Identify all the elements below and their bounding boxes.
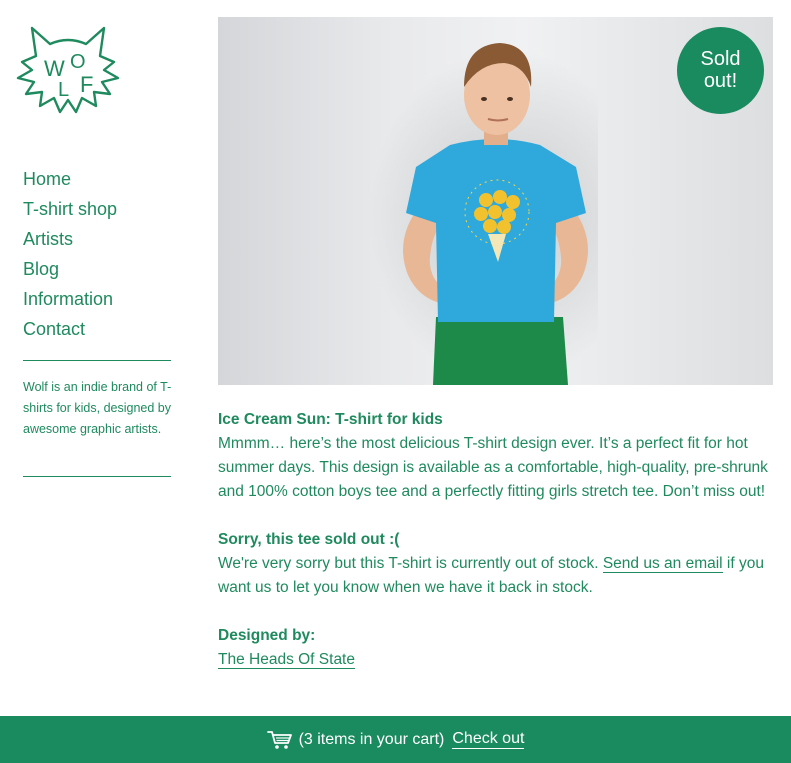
send-email-link[interactable]: Send us an email — [602, 555, 723, 573]
nav-link-blog[interactable]: Blog — [23, 259, 59, 279]
product-description: Mmmm… here’s the most delicious T-shirt … — [218, 435, 768, 500]
product-details: Ice Cream Sun: T-shirt for kids Mmmm… he… — [218, 408, 778, 696]
shopping-cart-icon[interactable] — [266, 730, 293, 750]
wolf-logo-icon: W O L F — [16, 26, 120, 114]
cart-summary[interactable]: (3 items in your cart) — [299, 731, 445, 749]
sold-out-badge-line1: Sold — [700, 48, 741, 70]
sold-out-badge-line2: out! — [703, 70, 738, 92]
designer-heading: Designed by: — [218, 627, 316, 644]
sold-out-text-before: We're very sorry but this T-shirt is cur… — [218, 555, 603, 572]
main-nav: Home T-shirt shop Artists Blog Informati… — [23, 164, 117, 344]
logo-letter-o: O — [70, 51, 86, 73]
sold-out-message: We're very sorry but this T-shirt is cur… — [218, 552, 778, 600]
nav-item-home[interactable]: Home — [23, 164, 117, 194]
nav-item-contact[interactable]: Contact — [23, 314, 117, 344]
logo-letter-l: L — [58, 79, 69, 101]
cart-bar: (3 items in your cart) Check out — [0, 716, 791, 763]
product-description-block: Ice Cream Sun: T-shirt for kids Mmmm… he… — [218, 408, 778, 504]
sidebar-divider-bottom — [23, 476, 171, 477]
sold-out-badge: Sold out! — [677, 27, 764, 114]
designer-link[interactable]: The Heads Of State — [218, 651, 355, 669]
wolf-logo[interactable]: W O L F — [14, 22, 122, 118]
sold-out-heading: Sorry, this tee sold out :( — [218, 531, 400, 548]
checkout-link[interactable]: Check out — [452, 730, 525, 749]
nav-item-information[interactable]: Information — [23, 284, 117, 314]
nav-item-blog[interactable]: Blog — [23, 254, 117, 284]
brand-tagline: Wolf is an indie brand of T-shirts for k… — [23, 380, 172, 436]
product-title: Ice Cream Sun: T-shirt for kids — [218, 411, 443, 428]
sidebar-divider-top — [23, 360, 171, 361]
logo-letter-f: F — [80, 72, 93, 97]
nav-link-information[interactable]: Information — [23, 289, 113, 309]
nav-item-tshirt-shop[interactable]: T-shirt shop — [23, 194, 117, 224]
nav-link-artists[interactable]: Artists — [23, 229, 73, 249]
nav-link-home[interactable]: Home — [23, 169, 71, 189]
nav-link-contact[interactable]: Contact — [23, 319, 85, 339]
designer-block: Designed by: The Heads Of State — [218, 624, 778, 672]
nav-link-tshirt-shop[interactable]: T-shirt shop — [23, 199, 117, 219]
sold-out-block: Sorry, this tee sold out :( We're very s… — [218, 528, 778, 600]
nav-item-artists[interactable]: Artists — [23, 224, 117, 254]
logo-letter-w: W — [44, 56, 65, 81]
